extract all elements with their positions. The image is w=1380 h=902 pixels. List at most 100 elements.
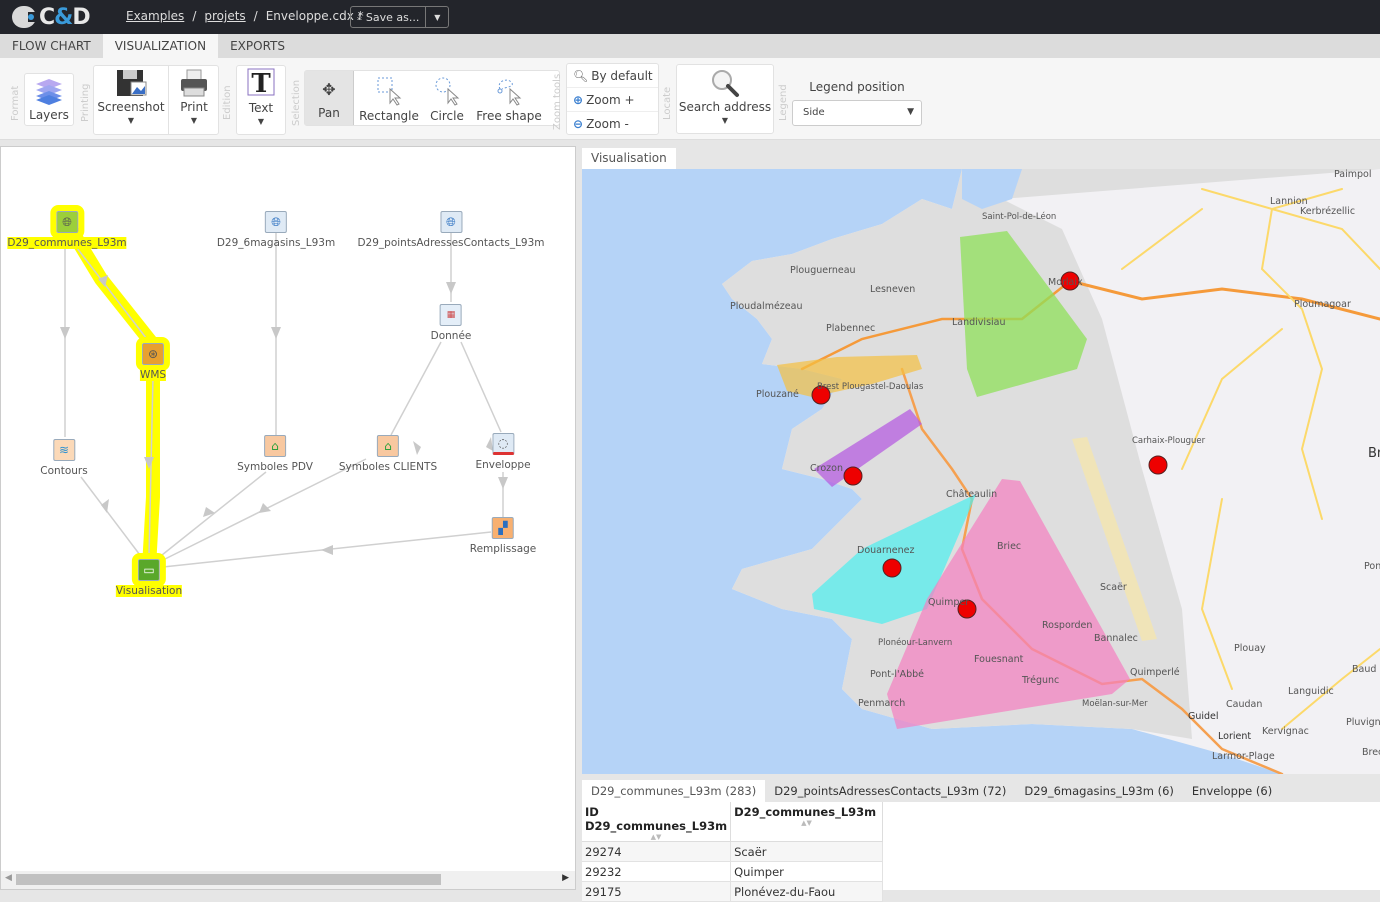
map-label: Trégunc: [1021, 675, 1059, 686]
flow-node-communes[interactable]: 🌐︎ D29_communes_L93m: [7, 205, 127, 249]
zoom-default-label: By default: [591, 68, 653, 83]
zoom-out-button[interactable]: ⊖ Zoom -: [567, 112, 658, 136]
table-row[interactable]: 29274 Scaër: [582, 841, 884, 862]
map-label: Penmarch: [858, 698, 905, 709]
print-button[interactable]: Print ▼: [172, 68, 216, 125]
map-label: Pont-l'Abbé: [870, 669, 924, 680]
table-row[interactable]: 29175 Plonévez-du-Faou: [582, 881, 884, 902]
scroll-left-icon[interactable]: ◀: [5, 873, 12, 883]
pan-button[interactable]: ✥ Pan: [306, 80, 352, 120]
cell-id: 29232: [582, 861, 732, 882]
cell-id: 29274: [582, 841, 732, 862]
group-label-locate: Locate: [662, 86, 673, 120]
layers-button[interactable]: Layers: [29, 76, 69, 122]
flow-node-magasins[interactable]: 🌐︎ D29_6magasins_L93m: [217, 211, 335, 249]
map-view[interactable]: Paimpol Lannion Kerbrézellic Saint-Pol-d…: [582, 169, 1380, 774]
tab-flow-chart[interactable]: FLOW CHART: [0, 34, 103, 58]
save-as-dropdown-toggle[interactable]: ▼: [426, 7, 448, 27]
divider: [168, 65, 169, 135]
top-bar: C&D Examples / projets / Enveloppe.cdx *…: [0, 0, 1380, 34]
edge-donnee-symbclients: [390, 341, 442, 436]
app-logo[interactable]: C&D: [12, 4, 91, 30]
column-header-id[interactable]: ID D29_communes_L93m ▲▼: [582, 802, 732, 842]
map-label: Saint-Pol-de-Léon: [982, 211, 1056, 222]
sort-icon[interactable]: ▲▼: [585, 833, 727, 841]
horizontal-scrollbar[interactable]: ◀ ▶: [1, 871, 575, 889]
breadcrumb-examples[interactable]: Examples: [126, 9, 184, 23]
sort-icon[interactable]: ▲▼: [734, 819, 879, 827]
group-label-legend: Legend: [778, 84, 789, 122]
table-row[interactable]: 29232 Quimper: [582, 861, 884, 882]
node-label: D29_communes_L93m: [7, 237, 127, 249]
map-label: Pluvigner: [1346, 717, 1380, 728]
node-label: D29_pointsAdressesContacts_L93m: [357, 237, 545, 249]
map-label: Rosporden: [1042, 620, 1092, 631]
map-canvas: Paimpol Lannion Kerbrézellic Saint-Pol-d…: [722, 169, 1380, 774]
data-tab-enveloppe[interactable]: Enveloppe (6): [1183, 780, 1281, 802]
flow-node-remplissage[interactable]: ▞ Remplissage: [470, 517, 536, 555]
breadcrumb-separator: /: [192, 9, 197, 23]
breadcrumb-current-file: Enveloppe.cdx *: [265, 9, 364, 23]
flow-node-donnee[interactable]: ▦ Donnée: [431, 304, 471, 342]
flow-node-symboles-clients[interactable]: ⌂ Symboles CLIENTS: [339, 435, 437, 473]
tab-visualization[interactable]: VISUALIZATION: [102, 34, 219, 58]
globe-icon: 🌐︎: [265, 211, 287, 233]
printer-icon: [181, 69, 207, 97]
flow-node-symboles-pdv[interactable]: ⌂ Symboles PDV: [237, 435, 313, 473]
tab-exports[interactable]: EXPORTS: [218, 34, 297, 58]
map-label: Scaër: [1100, 582, 1127, 593]
scroll-right-icon[interactable]: ▶: [562, 873, 569, 883]
map-label: Plouguerneau: [790, 265, 856, 276]
svg-text:T: T: [251, 69, 271, 99]
breadcrumb-projets[interactable]: projets: [204, 9, 245, 23]
node-label: D29_6magasins_L93m: [216, 237, 336, 249]
map-label: Br: [1368, 446, 1380, 461]
rectangle-select-button[interactable]: Rectangle: [358, 75, 420, 123]
scrollbar-thumb[interactable]: [16, 874, 441, 885]
store-marker[interactable]: [1148, 455, 1168, 475]
flow-node-wms[interactable]: ⊛ WMS: [135, 337, 170, 381]
flow-node-visualisation[interactable]: ▭ Visualisation: [115, 553, 183, 597]
flow-node-enveloppe[interactable]: ◌ Enveloppe: [475, 433, 531, 471]
zoom-out-icon: ⊖: [573, 117, 584, 131]
data-tab-contacts[interactable]: D29_pointsAdressesContacts_L93m (72): [765, 780, 1015, 802]
zoom-in-button[interactable]: ⊕ Zoom +: [567, 88, 658, 112]
flow-node-contours[interactable]: ≋ Contours: [40, 439, 88, 477]
column-header-name[interactable]: D29_communes_L93m ▲▼: [730, 802, 884, 842]
free-shape-select-button[interactable]: Free shape: [474, 75, 544, 123]
data-tab-communes[interactable]: D29_communes_L93m (283): [582, 780, 766, 802]
legend-position-select[interactable]: Side ▼: [792, 100, 922, 126]
legend-position-value: Side: [803, 107, 825, 118]
caret-down-icon: ▼: [721, 116, 729, 125]
data-tab-magasins[interactable]: D29_6magasins_L93m (6): [1015, 780, 1183, 802]
map-label: Quimperlé: [1130, 667, 1180, 678]
map-label: Douarnenez: [857, 545, 914, 556]
zoom-default-button[interactable]: 🔍︎ By default: [567, 64, 658, 88]
map-label: Paimpol: [1334, 169, 1372, 180]
circle-select-button[interactable]: Circle: [424, 75, 470, 123]
map-label: Quimper: [928, 597, 969, 608]
move-arrows-icon: ✥: [322, 80, 336, 99]
search-address-button[interactable]: Search address ▼: [679, 68, 771, 125]
map-label: Kervignac: [1262, 726, 1309, 737]
caret-down-icon: ▼: [190, 116, 198, 125]
group-label-printing: Printing: [80, 83, 91, 123]
free-shape-label: Free shape: [476, 109, 542, 123]
legend-position-label: Legend position: [809, 80, 905, 94]
store-marker[interactable]: [843, 466, 863, 486]
symbols-icon: ⌂: [376, 435, 399, 457]
text-button[interactable]: T Text ▼: [240, 67, 282, 126]
contours-icon: ≋: [53, 439, 75, 461]
flow-node-contacts[interactable]: 🌐︎ D29_pointsAdressesContacts_L93m: [357, 211, 545, 249]
visualisation-tab[interactable]: Visualisation: [582, 148, 676, 169]
arrow-icon: [271, 327, 281, 339]
zoom-in-label: Zoom +: [586, 92, 635, 107]
map-label: Plabennec: [826, 323, 875, 334]
save-as-button[interactable]: ⤓ Save as...: [351, 7, 427, 27]
layers-label: Layers: [29, 108, 69, 122]
node-label: Contours: [40, 465, 88, 477]
store-marker[interactable]: [882, 558, 902, 578]
envelope-shape-icon: ◌: [491, 433, 514, 455]
screenshot-button[interactable]: Screenshot ▼: [97, 68, 165, 125]
arrow-icon: [321, 545, 333, 555]
